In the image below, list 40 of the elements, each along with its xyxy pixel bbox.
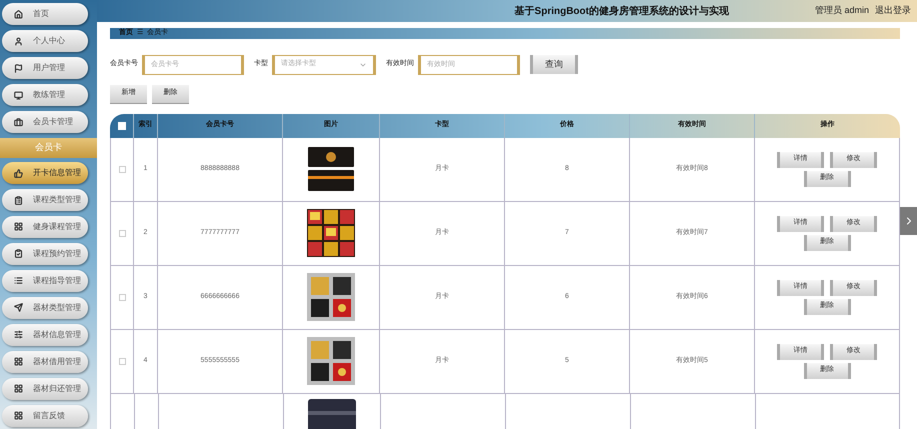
sidebar-item[interactable]: 课程预约管理 xyxy=(2,242,88,265)
sidebar-item[interactable]: 留言反馈 xyxy=(2,404,88,427)
logout-link[interactable]: 退出登录 xyxy=(875,4,911,18)
row-checkbox[interactable] xyxy=(118,294,126,300)
list-icon xyxy=(14,276,23,286)
clipboard-icon xyxy=(14,196,23,205)
briefcase-icon xyxy=(14,118,23,127)
monitor-icon xyxy=(14,90,23,100)
sidebar-item[interactable]: 器材借用管理 xyxy=(2,350,88,373)
sidebar-item[interactable]: 器材信息管理 xyxy=(2,324,88,346)
sliders-icon xyxy=(14,330,23,340)
sidebar-item[interactable]: 教练管理 xyxy=(2,84,88,106)
grid-icon xyxy=(14,222,23,232)
grid-icon xyxy=(14,384,23,394)
user-icon xyxy=(14,36,23,46)
sidebar-item[interactable]: 器材类型管理 xyxy=(2,296,88,319)
row-checkbox[interactable] xyxy=(118,166,126,172)
select-all-checkbox[interactable] xyxy=(118,122,126,130)
row-checkbox[interactable] xyxy=(118,358,126,364)
sidebar-item[interactable]: 用户管理 xyxy=(2,57,88,80)
clipboard-icon xyxy=(14,249,23,258)
grid-icon xyxy=(14,357,23,366)
sidebar-item[interactable]: 课程指导管理 xyxy=(2,270,88,292)
sidebar-item[interactable]: 课程类型管理 xyxy=(2,189,88,212)
sidebar-item[interactable]: 器材归还管理 xyxy=(2,378,88,400)
grid-icon xyxy=(14,411,23,420)
thumbs-up-icon xyxy=(14,168,23,178)
sidebar-item[interactable]: 首页 xyxy=(2,3,88,26)
sidebar-item[interactable]: 会员卡管理 xyxy=(2,111,88,134)
app-title: 基于SpringBoot的健身房管理系统的设计与实现 xyxy=(514,4,729,18)
sidebar-item[interactable]: 个人中心 xyxy=(2,30,88,52)
paper-plane-icon xyxy=(14,303,23,312)
sidebar-item[interactable]: 开卡信息管理 xyxy=(2,162,88,184)
sidebar-item[interactable]: 健身课程管理 xyxy=(2,216,88,238)
flag-icon xyxy=(14,64,23,73)
user-label: 管理员 admin xyxy=(814,4,869,18)
search-button[interactable]: 查询 xyxy=(530,55,578,74)
expand-tab[interactable] xyxy=(900,207,917,235)
home-icon xyxy=(14,10,23,19)
row-checkbox[interactable] xyxy=(118,230,126,236)
